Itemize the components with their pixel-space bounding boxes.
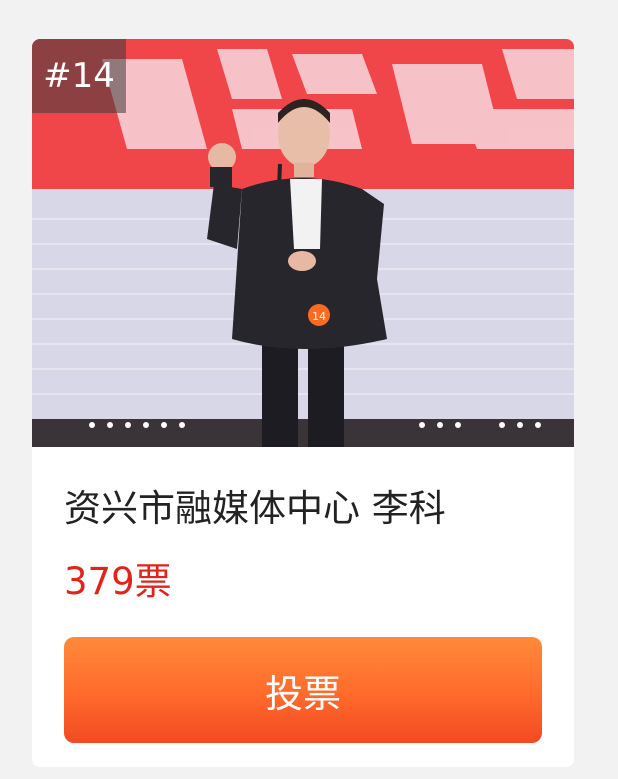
contestant-title: 资兴市融媒体中心 李科 [64,487,446,530]
contestant-number-badge: 14 [312,310,326,323]
contestant-card[interactable]: 14 #14 资兴市融媒体中心 李科 379票 投票 [32,39,574,767]
vote-count: 379票 [64,560,172,603]
contestant-photo[interactable]: 14 #14 [32,39,574,447]
vote-button[interactable]: 投票 [64,637,542,743]
rank-badge: #14 [32,39,126,113]
